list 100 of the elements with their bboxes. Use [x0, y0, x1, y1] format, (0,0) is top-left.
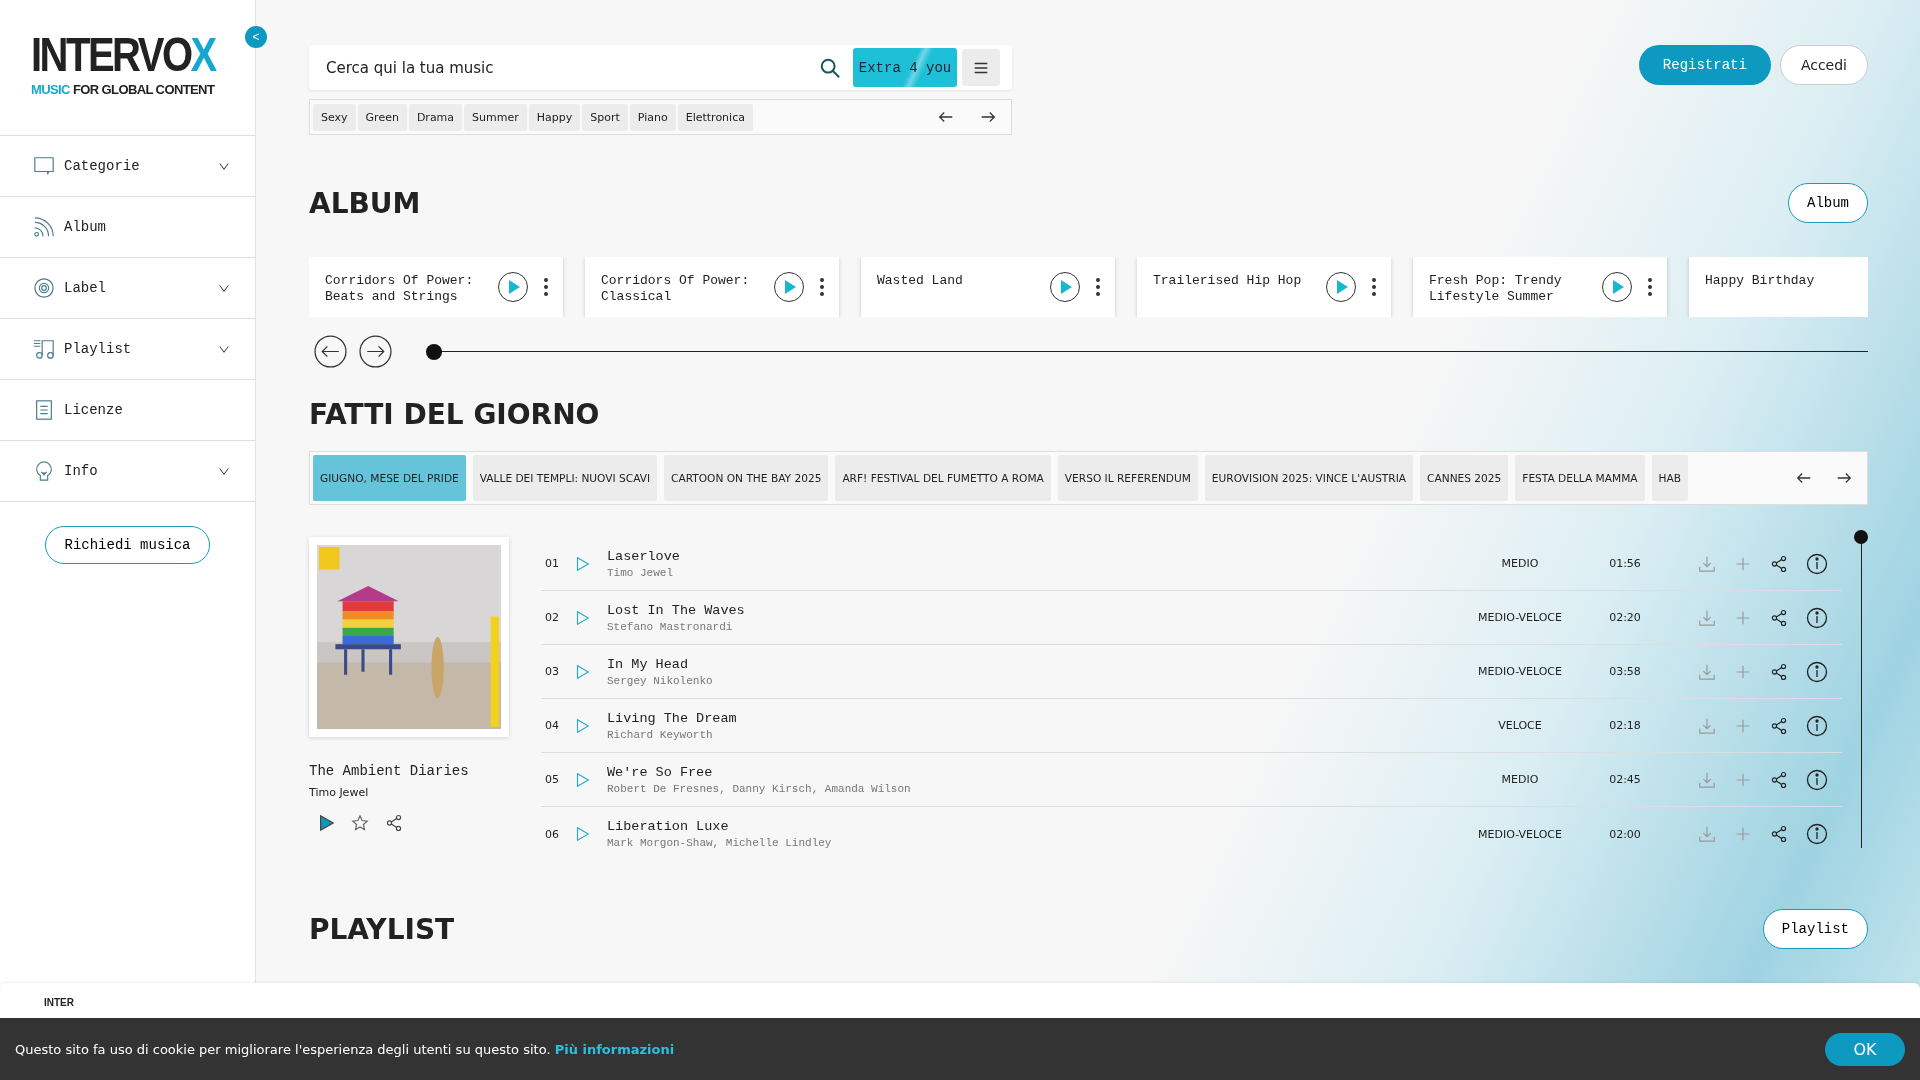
- play-icon[interactable]: [497, 271, 529, 303]
- more-icon[interactable]: [543, 277, 549, 297]
- more-icon[interactable]: [1371, 277, 1377, 297]
- track-number: 01: [545, 557, 560, 570]
- track-duration: 01:56: [1608, 557, 1642, 570]
- album-title: Trailerised Hip Hop: [1153, 273, 1303, 289]
- sidebar-item[interactable]: Label: [0, 258, 255, 319]
- chat-icon: [33, 155, 55, 177]
- topic-chip[interactable]: EUROVISION 2025: VINCE L'AUSTRIA: [1204, 455, 1414, 501]
- album-title: Corridors Of Power: Beats and Strings: [325, 273, 475, 305]
- arrow-right-icon[interactable]: [359, 335, 392, 368]
- tag-chip[interactable]: Sport: [582, 103, 628, 131]
- album-title: Wasted Land: [877, 273, 964, 289]
- info-icon[interactable]: [1806, 606, 1828, 629]
- section-title: FATTI DEL GIORNO: [309, 398, 601, 431]
- lightbulb-icon: [33, 460, 55, 482]
- tag-chip[interactable]: Summer: [464, 103, 527, 131]
- play-icon[interactable]: [1325, 271, 1357, 303]
- track-duration: 02:00: [1608, 827, 1642, 841]
- more-info-link[interactable]: Più informazioni: [554, 1041, 675, 1057]
- album-button[interactable]: Album: [1788, 183, 1868, 223]
- info-icon[interactable]: [1806, 823, 1828, 845]
- track-number: 06: [545, 827, 560, 841]
- sidebar-item[interactable]: Info: [0, 441, 255, 502]
- share-icon[interactable]: [1770, 825, 1788, 843]
- tag-chip[interactable]: Green: [357, 103, 407, 131]
- topic-chip[interactable]: HAB: [1651, 455, 1688, 501]
- track-title: In My Head: [607, 656, 689, 672]
- arrow-left-icon[interactable]: [314, 335, 347, 368]
- tag-chip[interactable]: Piano: [629, 103, 676, 131]
- cover-card[interactable]: [309, 537, 509, 737]
- menu-button[interactable]: [962, 49, 1000, 86]
- topic-chip[interactable]: VALLE DEI TEMPLI: NUOVI SCAVI: [472, 455, 658, 501]
- tag-chip[interactable]: Sexy: [313, 103, 356, 131]
- cookie-message: Questo sito fa uso di cookie per migliorare l'esperienza degli utenti su questo sito. Più informazioni: [15, 1041, 675, 1057]
- login-button[interactable]: Accedi: [1779, 45, 1868, 85]
- more-icon[interactable]: [1095, 277, 1101, 297]
- album-card[interactable]: Corridors Of Power: Classical: [585, 257, 839, 317]
- album-card[interactable]: Trailerised Hip Hop: [1137, 257, 1391, 317]
- track-row[interactable]: 01 Laserlove Timo Jewel MEDIO 01:56: [541, 537, 1842, 591]
- track-title: Living The Dream: [607, 710, 738, 726]
- search-icon[interactable]: [819, 56, 841, 79]
- track-row[interactable]: 02 Lost In The Waves Stefano Mastronardi MEDIO-VELOCE 02:20: [541, 591, 1842, 645]
- section-title: PLAYLIST: [309, 912, 455, 946]
- play-icon[interactable]: [1049, 271, 1081, 303]
- album-card[interactable]: Happy Birthday: [1689, 257, 1868, 317]
- share-icon[interactable]: [385, 814, 403, 832]
- track-tempo: MEDIO: [1500, 773, 1540, 786]
- track-row[interactable]: 03 In My Head Sergey Nikolenko MEDIO-VELOCE 03:58: [541, 645, 1842, 699]
- info-icon[interactable]: [1806, 552, 1828, 575]
- artist-name: Timo Jewel: [309, 786, 370, 799]
- topic-chip[interactable]: GIUGNO, MESE DEL PRIDE: [313, 455, 466, 501]
- topic-chip[interactable]: ARF! FESTIVAL DEL FUMETTO A ROMA: [835, 455, 1051, 501]
- tag-chip[interactable]: Drama: [408, 103, 463, 131]
- info-icon[interactable]: [1806, 660, 1828, 683]
- play-icon[interactable]: [773, 271, 805, 303]
- topic-chip[interactable]: VERSO IL REFERENDUM: [1057, 455, 1198, 501]
- share-icon[interactable]: [1770, 608, 1788, 627]
- track-tempo: MEDIO: [1500, 557, 1540, 570]
- info-icon[interactable]: [1806, 768, 1828, 791]
- info-icon[interactable]: [1806, 714, 1828, 737]
- track-row[interactable]: 05 We're So Free Robert De Fresnes, Danny Kirsch, Amanda Wilson MEDIO 02:45: [541, 753, 1842, 807]
- logo[interactable]: INTERVOX MUSIC FOR GLOBAL CONTENT: [31, 38, 215, 97]
- track-row[interactable]: 06 Liberation Luxe Mark Morgon-Shaw, Michelle Lindley MEDIO-VELOCE 02:00: [541, 807, 1842, 861]
- track-artists: Timo Jewel: [607, 566, 674, 579]
- scroll-thumb[interactable]: [426, 343, 442, 360]
- share-icon[interactable]: [1770, 662, 1788, 681]
- album-card[interactable]: Corridors Of Power: Beats and Strings: [309, 257, 563, 317]
- playlist-button[interactable]: Playlist: [1762, 909, 1868, 949]
- track-artists: Richard Keyworth: [607, 728, 714, 741]
- track-title: We're So Free: [607, 764, 714, 780]
- track-row[interactable]: 04 Living The Dream Richard Keyworth VELOCE 02:18: [541, 699, 1842, 753]
- play-icon[interactable]: [317, 814, 335, 832]
- sidebar-item[interactable]: Categorie: [0, 136, 255, 197]
- search-field[interactable]: Cerca qui la tua music Extra 4 you: [309, 45, 1012, 90]
- share-icon[interactable]: [1770, 716, 1788, 735]
- tag-chip[interactable]: Elettronica: [677, 103, 753, 131]
- album-card[interactable]: Fresh Pop: Trendy Lifestyle Summer: [1413, 257, 1667, 317]
- sidebar-item[interactable]: Licenze: [0, 380, 255, 441]
- more-icon[interactable]: [819, 277, 825, 297]
- tag-chip[interactable]: Happy: [528, 103, 581, 131]
- album-title: The Ambient Diaries: [309, 763, 470, 779]
- play-icon[interactable]: [1601, 271, 1633, 303]
- topic-chip[interactable]: CARTOON ON THE BAY 2025: [664, 455, 829, 501]
- share-icon[interactable]: [1770, 554, 1788, 573]
- topic-chip[interactable]: CANNES 2025: [1420, 455, 1509, 501]
- disc-icon: [33, 277, 55, 299]
- scroll-thumb[interactable]: [1854, 530, 1868, 544]
- star-icon[interactable]: [351, 814, 369, 832]
- share-icon[interactable]: [1770, 770, 1788, 789]
- topic-chip[interactable]: FESTA DELLA MAMMA: [1515, 455, 1645, 501]
- track-number: 04: [545, 719, 560, 732]
- request-music-button[interactable]: Richiedi musica: [45, 526, 210, 564]
- track-artists: Mark Morgon-Shaw, Michelle Lindley: [607, 837, 833, 849]
- album-card[interactable]: Wasted Land: [861, 257, 1115, 317]
- sidebar-item[interactable]: Album: [0, 197, 255, 258]
- track-title: Lost In The Waves: [607, 602, 746, 618]
- more-icon[interactable]: [1647, 277, 1653, 297]
- extra-button[interactable]: Extra 4 you: [853, 48, 957, 87]
- sidebar-item[interactable]: Playlist: [0, 319, 255, 380]
